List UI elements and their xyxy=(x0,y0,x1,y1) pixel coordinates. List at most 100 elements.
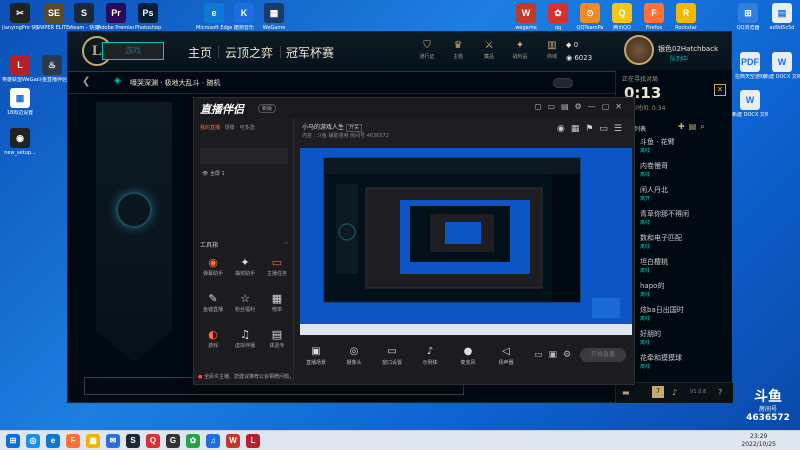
bottom-tool[interactable]: ▣ 直播场景 xyxy=(300,346,332,366)
desktop-icon[interactable]: Q 腾讯QQ xyxy=(604,3,640,31)
stream-tool[interactable]: ▦ 榜单 xyxy=(262,292,292,313)
bottom-tool[interactable]: ◁ 扬声器 xyxy=(490,346,522,366)
back-arrow-icon[interactable]: ❮ xyxy=(82,76,90,87)
stream-tool[interactable]: ▭ 主播任务 xyxy=(262,256,292,277)
desktop-icon[interactable]: Ssteam - 快捷 xyxy=(66,3,102,31)
record-settings-icons[interactable]: ▭▣⚙ xyxy=(534,350,577,360)
lol-tool-0[interactable]: ⛉ 通行证 xyxy=(413,40,441,60)
stream-title-bar: 直播伴侣 新版 ◻▭▤⚙—▢✕ xyxy=(194,98,634,118)
taskbar-app-icon[interactable]: W xyxy=(226,434,240,448)
source-item[interactable] xyxy=(200,148,288,164)
stream-tool[interactable]: ◉ 弹幕助手 xyxy=(198,256,228,277)
desktop-icon[interactable]: Ps Photoshop xyxy=(130,3,166,31)
friend-row[interactable]: 斗鱼 · 花臂 离线 xyxy=(620,136,728,156)
desktop-icon[interactable]: ⊙ QQTeamPa xyxy=(572,3,608,31)
bottom-tool[interactable]: ● 麦克风 xyxy=(452,346,484,366)
friend-row[interactable]: 内卷慢哥 离线 xyxy=(620,160,728,180)
taskbar-app-icon[interactable]: Q xyxy=(146,434,160,448)
mic-icon[interactable]: ♪ xyxy=(672,388,677,397)
bottom-tool[interactable]: ▭ 窗口设置 xyxy=(376,346,408,366)
summoner-avatar[interactable] xyxy=(624,35,654,65)
taskbar-app-icon[interactable]: L xyxy=(246,434,260,448)
desktop-icon[interactable]: R Rockstar xyxy=(668,3,704,31)
summoner-status: 队列中 xyxy=(670,56,689,63)
friend-row[interactable]: 闲人丹北 离开 xyxy=(620,184,728,204)
taskbar-app-icon[interactable]: F xyxy=(66,434,80,448)
taskbar-app-icon[interactable]: ✿ xyxy=(186,434,200,448)
stream-tool[interactable]: ✦ 抽奖助手 xyxy=(230,256,260,277)
stream-tool[interactable]: ♫ 虚拟伴播 xyxy=(230,328,260,349)
tab-multi[interactable]: 可多选 xyxy=(240,125,255,131)
lol-tool-1[interactable]: ♛ 主题 xyxy=(444,40,472,60)
bottom-tool-label: 直播场景 xyxy=(305,360,326,366)
play-button[interactable]: 游戏 xyxy=(102,42,164,60)
stream-tool[interactable]: ▤ 体验专 xyxy=(262,328,292,349)
taskbar-app-icon[interactable]: S xyxy=(126,434,140,448)
desktop-icon[interactable]: L 英雄联盟WeGame版 xyxy=(2,55,38,83)
desktop-icon[interactable]: ✂ JianyingPro 快捷方式 xyxy=(2,3,38,31)
toggle-switch[interactable] xyxy=(553,78,573,88)
board-icon: ▦ xyxy=(271,292,283,305)
notification-count[interactable]: 7 xyxy=(652,386,664,398)
taskbar-app-icon[interactable]: ♫ xyxy=(206,434,220,448)
app-icon: PDF xyxy=(740,52,760,72)
friend-row[interactable]: 数和电子匹配 离线 xyxy=(620,232,728,252)
tab-my-live[interactable]: 我的直播 xyxy=(200,125,220,131)
nav-tft[interactable]: 云顶之弈 xyxy=(225,44,273,61)
window-controls[interactable]: ◻▭▤⚙—▢✕ xyxy=(535,102,628,111)
close-queue-icon[interactable]: ✕ xyxy=(714,84,726,96)
desktop-icon[interactable]: Wwegame xyxy=(508,3,544,31)
friend-row[interactable]: 青草你那不得闲 离线 xyxy=(620,208,728,228)
lol-tool-2[interactable]: ⚔ 藏品 xyxy=(475,40,503,60)
bottom-tool-label: 麦克风 xyxy=(460,360,476,366)
desktop-icon[interactable]: ▦ 18周边设置 xyxy=(2,88,38,116)
friend-row[interactable]: 炫ba日出国时 离线 xyxy=(620,304,728,324)
app-icon: ⊞ xyxy=(738,3,758,23)
desktop-icon[interactable]: ✿ qq xyxy=(540,3,576,31)
desktop-icon[interactable]: ⊞ QQ浏览器 xyxy=(730,3,766,31)
toolbox-more-icon[interactable]: ⋯ xyxy=(282,239,289,247)
friend-row[interactable]: 花牵和摸摸球 离线 xyxy=(620,352,728,372)
desktop-icon[interactable]: PDF 拉西天空游戏 xyxy=(732,52,768,80)
desktop-icon[interactable]: ▤ ad9d5c5d xyxy=(764,3,800,31)
friend-status: 离线 xyxy=(640,364,651,370)
friend-row[interactable]: 坦白樱桃 离线 xyxy=(620,256,728,276)
desktop-icon[interactable]: W 新建 DOCX 文档 xyxy=(764,52,800,80)
stream-tool[interactable]: ✎ 鱼塘直播 xyxy=(198,292,228,313)
social-toolbar-icons[interactable]: ✚▤⌕ xyxy=(678,122,709,132)
bottom-tool-label: 扬声器 xyxy=(498,360,514,366)
nav-clash[interactable]: 冠军杯赛 xyxy=(286,44,334,61)
bottom-tool[interactable]: ◎ 摄像头 xyxy=(338,346,370,366)
friend-row[interactable]: hapo的 离线 xyxy=(620,280,728,300)
taskbar-app-icon[interactable]: G xyxy=(166,434,180,448)
tab-scene[interactable]: 场景 xyxy=(225,125,235,131)
taskbar-app-icon[interactable]: e xyxy=(46,434,60,448)
stream-tool[interactable]: ☆ 粉丝福利 xyxy=(230,292,260,313)
desktop-icon[interactable]: ▦ WeGame xyxy=(256,3,292,31)
desktop-icon[interactable]: Pr Adobe Premiere xyxy=(98,3,134,31)
taskbar-app-icon[interactable]: ▦ xyxy=(86,434,100,448)
stream-tabs[interactable]: 我的直播 场景 可多选 xyxy=(200,124,255,131)
taskbar-app-icon[interactable]: ⊞ xyxy=(6,434,20,448)
desktop-icon[interactable]: ♨ 斗鱼直播伴侣 xyxy=(34,55,70,83)
scene-item[interactable]: 👁 全屏 1 xyxy=(202,170,225,177)
header-icons[interactable]: ◉▦⚑▭☰ xyxy=(557,124,628,134)
chat-icon[interactable]: ▬ xyxy=(622,388,630,397)
help-icon[interactable]: ? xyxy=(718,388,722,397)
friend-name: hapo的 xyxy=(640,282,665,290)
nav-divider xyxy=(218,46,219,58)
bottom-tool[interactable]: ♪ 示例体 xyxy=(414,346,446,366)
friend-row[interactable]: 好朋的 离线 xyxy=(620,328,728,348)
go-live-button[interactable]: 开始直播 xyxy=(580,348,626,362)
nav-home[interactable]: 主页 xyxy=(188,44,212,61)
stream-tool[interactable]: ◐ 游戏 xyxy=(198,328,228,349)
lol-tool-4[interactable]: ▥ 商城 xyxy=(538,40,566,60)
desktop-icon[interactable]: F Firefox xyxy=(636,3,672,31)
system-clock[interactable]: 23:29 2022/10/25 xyxy=(741,433,776,449)
desktop-icon[interactable]: W 新建 DOCX 文档(2) xyxy=(732,90,768,118)
taskbar-app-icon[interactable]: ◎ xyxy=(26,434,40,448)
taskbar-app-icon[interactable]: ✉ xyxy=(106,434,120,448)
desktop-icon[interactable]: ◉ new_setup... xyxy=(2,128,38,156)
profile-icon: ♛ xyxy=(453,40,463,51)
lol-tool-3[interactable]: ✦ 战利品 xyxy=(506,40,534,60)
